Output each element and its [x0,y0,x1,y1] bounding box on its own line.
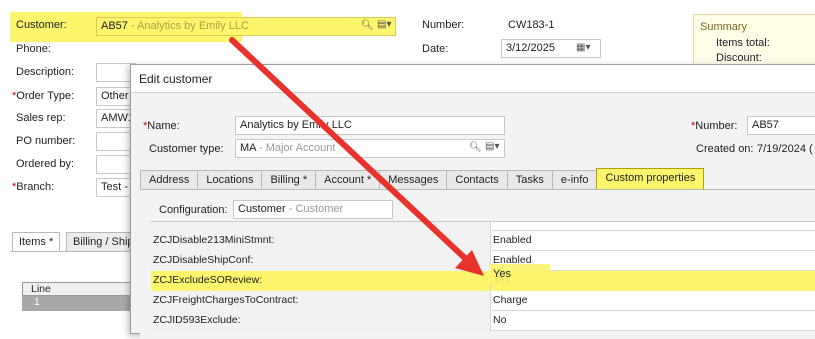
property-name: ZCJExcludeSOReview: [151,271,491,291]
edit-customer-dialog: Edit customer *Name: Analytics by Emily … [130,64,815,339]
date-label: Date: [422,43,449,55]
dialog-title: Edit customer [131,65,815,93]
lookup-menu-icon[interactable]: ▤▾ [485,141,499,152]
configuration-field[interactable]: Customer - Customer [233,200,393,219]
tab-contacts[interactable]: Contacts [446,170,508,190]
dialog-tabs: Address Locations Billing * Account * Me… [140,168,705,190]
tab-billing[interactable]: Billing * [261,170,317,190]
table-row[interactable]: ZCJFreightChargesToContract: Charge [151,291,815,311]
order-type-label: *Order Type: [12,90,75,102]
summary-panel: Summary Items total: Discount: [693,14,815,66]
property-name: ZCJID593Exclude: [151,311,491,331]
summary-title: Summary [700,21,748,33]
yes-overlay-label: Yes [493,268,511,280]
property-name: ZCJDisable213MiniStmnt: [151,231,491,251]
properties-grid: ZCJDisable213MiniStmnt: Enabled ZCJDisab… [151,221,815,331]
customer-type-label: Customer type: [149,143,224,155]
discount-label: Discount: [716,52,762,64]
tab-custom-properties[interactable]: Custom properties [596,168,705,190]
number-label: Number: [422,19,465,31]
table-row[interactable]: 1 [22,296,132,311]
search-icon[interactable]: 🔍︎ [469,142,482,153]
property-name: ZCJFreightChargesToContract: [151,291,491,311]
tab-tasks[interactable]: Tasks [506,170,553,190]
branch-label: *Branch: [12,181,55,193]
dialog-number-field[interactable]: AB57 [747,116,815,135]
property-name: ZCJDisableShipConf: [151,251,491,271]
customer-type-field[interactable]: MA - Major Account [235,139,505,158]
created-on-value: 7/19/2024 ( [757,143,813,155]
tab-address[interactable]: Address [140,170,199,190]
customer-label: Customer: [16,19,67,31]
tab-e-info[interactable]: e-info [551,170,598,190]
created-on-label: Created on: [696,143,754,155]
phone-label: Phone: [16,43,51,55]
property-value[interactable]: Charge [491,291,815,311]
name-field[interactable]: Analytics by Emily LLC [235,116,505,135]
items-total-label: Items total: [716,37,770,49]
line-grid: Line 1 [22,282,132,311]
sales-rep-label: Sales rep: [16,112,66,124]
customer-field[interactable]: AB57 - Analytics by Emily LLC [96,17,396,36]
table-row[interactable]: ZCJDisableShipConf: Enabled [151,251,815,271]
customer-code: AB57 [101,20,128,32]
tab-messages[interactable]: Messages [379,170,448,190]
po-number-label: PO number: [16,135,76,147]
table-row[interactable]: ZCJDisable213MiniStmnt: Enabled [151,231,815,251]
customer-name: Analytics by Emily LLC [137,20,249,32]
dialog-number-label: *Number: [691,120,738,132]
property-value[interactable]: No [491,311,815,331]
description-label: Description: [16,66,75,78]
tab-billing-ship[interactable]: Billing / Ship [66,232,136,252]
search-icon[interactable]: 🔍︎ [361,20,374,31]
property-value[interactable]: Enabled [491,231,815,251]
number-value: CW183-1 [508,19,555,31]
ordered-by-label: Ordered by: [16,158,75,170]
tab-items[interactable]: Items * [12,232,61,252]
table-row[interactable]: ZCJID593Exclude: No [151,311,815,331]
tab-locations[interactable]: Locations [197,170,263,190]
name-label: *Name: [143,120,180,132]
configuration-label: Configuration: [159,204,228,216]
table-row[interactable]: ZCJExcludeSOReview: Yes [151,271,815,291]
lookup-menu-icon[interactable]: ▤▾ [377,19,391,30]
lower-panel-border [10,251,132,252]
tab-account[interactable]: Account * [315,170,381,190]
calendar-icon[interactable]: ▦▾ [576,42,590,53]
line-header: Line [22,282,132,296]
table-row [151,222,815,231]
